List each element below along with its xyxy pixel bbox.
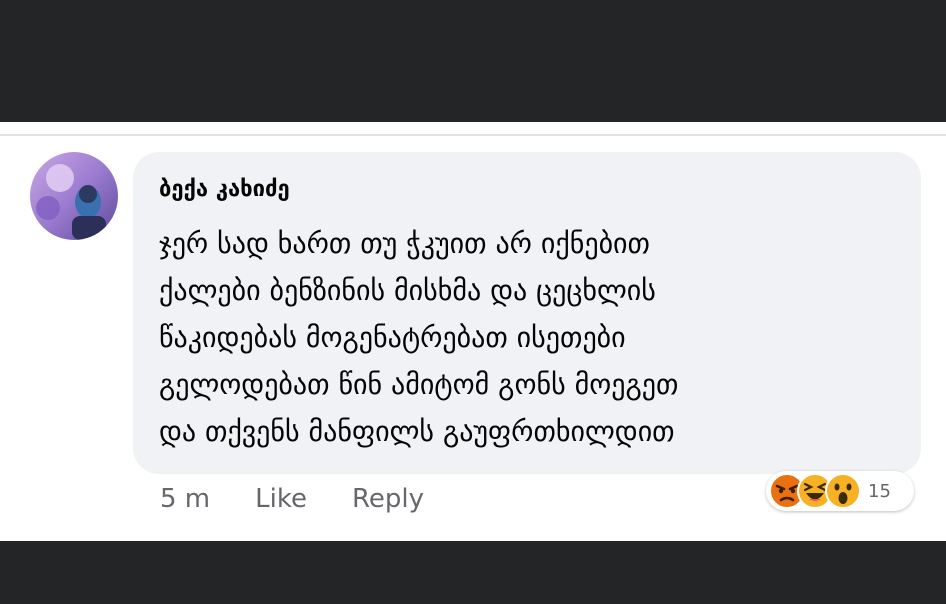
comment-author[interactable]: ბექა კახიძე <box>159 176 290 204</box>
comment-line: ჯერ სად ხართ თუ ჭკუით არ იქნებით <box>159 227 650 260</box>
comment-line: წაკიდებას მოგენატრებათ ისეთები <box>159 321 626 354</box>
wow-reaction-icon <box>825 473 861 509</box>
comment-line: ქალები ბენზინის მისხმა და ცეცხლის <box>159 274 656 307</box>
avatar[interactable] <box>30 152 118 240</box>
timestamp[interactable]: 5 m <box>160 484 210 514</box>
reply-button[interactable]: Reply <box>352 484 424 514</box>
reaction-count: 15 <box>868 480 891 502</box>
divider <box>0 134 946 136</box>
like-button[interactable]: Like <box>255 484 307 514</box>
comment-line: გელოდებათ წინ ამიტომ გონს მოეგეთ <box>159 368 679 401</box>
comment-text: ჯერ სად ხართ თუ ჭკუით არ იქნებით ქალები … <box>159 220 909 455</box>
comment-panel: ბექა კახიძე ჯერ სად ხართ თუ ჭკუით არ იქნ… <box>0 122 946 541</box>
avatar-image <box>30 152 118 240</box>
reactions-summary[interactable]: 15 <box>766 471 914 511</box>
comment-line: და თქვენს მანფილს გაუფრთხილდით <box>159 415 675 448</box>
comment-actions: 5 m Like Reply <box>160 482 469 516</box>
comment-bubble: ბექა კახიძე ჯერ სად ხართ თუ ჭკუით არ იქნ… <box>133 152 921 474</box>
